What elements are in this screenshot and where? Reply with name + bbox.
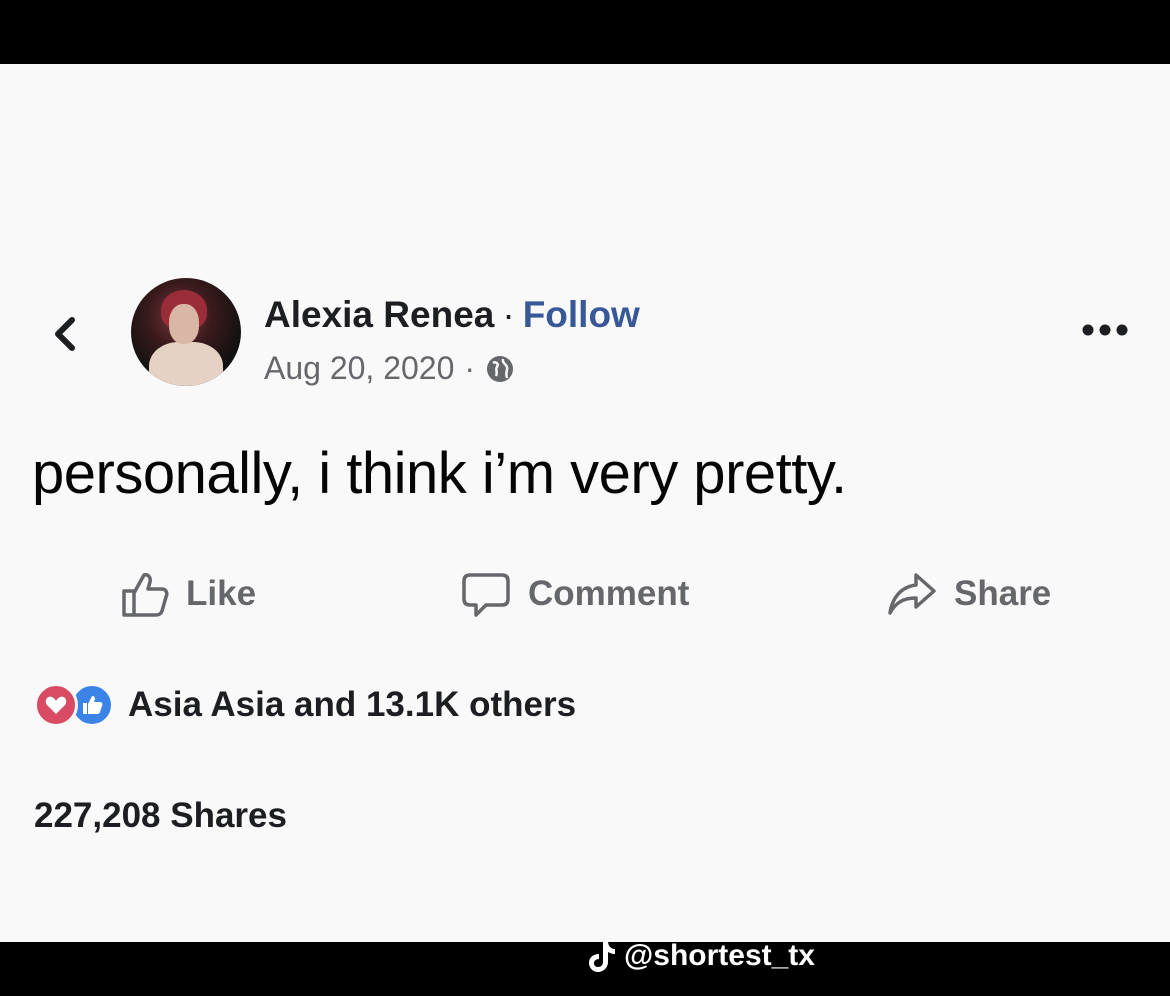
separator: · — [502, 294, 515, 335]
like-button[interactable]: Like — [120, 566, 256, 622]
video-frame: Alexia Renea · Follow Aug 20, 2020 · perso… — [0, 0, 1170, 996]
share-button[interactable]: Share — [886, 566, 1051, 622]
share-label: Share — [954, 574, 1052, 613]
comment-button[interactable]: Comment — [460, 566, 689, 622]
reactions-summary[interactable]: Asia Asia and 13.1K others — [34, 682, 576, 728]
reaction-summary-text: Asia Asia and 13.1K others — [128, 685, 577, 724]
author-name[interactable]: Alexia Renea — [264, 294, 494, 335]
share-count[interactable]: 227,208 Shares — [34, 796, 287, 836]
globe-icon — [487, 355, 514, 382]
heart-reaction-icon — [34, 683, 78, 727]
date-separator: · — [464, 350, 476, 386]
like-label: Like — [186, 574, 257, 613]
more-dots-icon[interactable] — [1080, 320, 1130, 340]
tiktok-logo-icon — [589, 941, 615, 972]
post-text: personally, i think i’m very pretty. — [32, 441, 847, 506]
post-date[interactable]: Aug 20, 2020 — [264, 350, 454, 387]
watermark-handle: @shortest_tx — [624, 939, 815, 972]
comment-label: Comment — [528, 574, 690, 613]
follow-link[interactable]: Follow — [523, 294, 640, 335]
thumbs-up-icon — [122, 573, 169, 617]
share-arrow-icon — [888, 573, 936, 615]
post-meta: Aug 20, 2020 · — [264, 350, 515, 387]
comment-bubble-icon — [462, 573, 510, 617]
tiktok-watermark: @shortest_tx — [588, 936, 815, 976]
post-header: Alexia Renea · Follow — [264, 294, 640, 336]
chevron-left-icon[interactable] — [48, 312, 82, 356]
avatar[interactable] — [131, 278, 241, 386]
